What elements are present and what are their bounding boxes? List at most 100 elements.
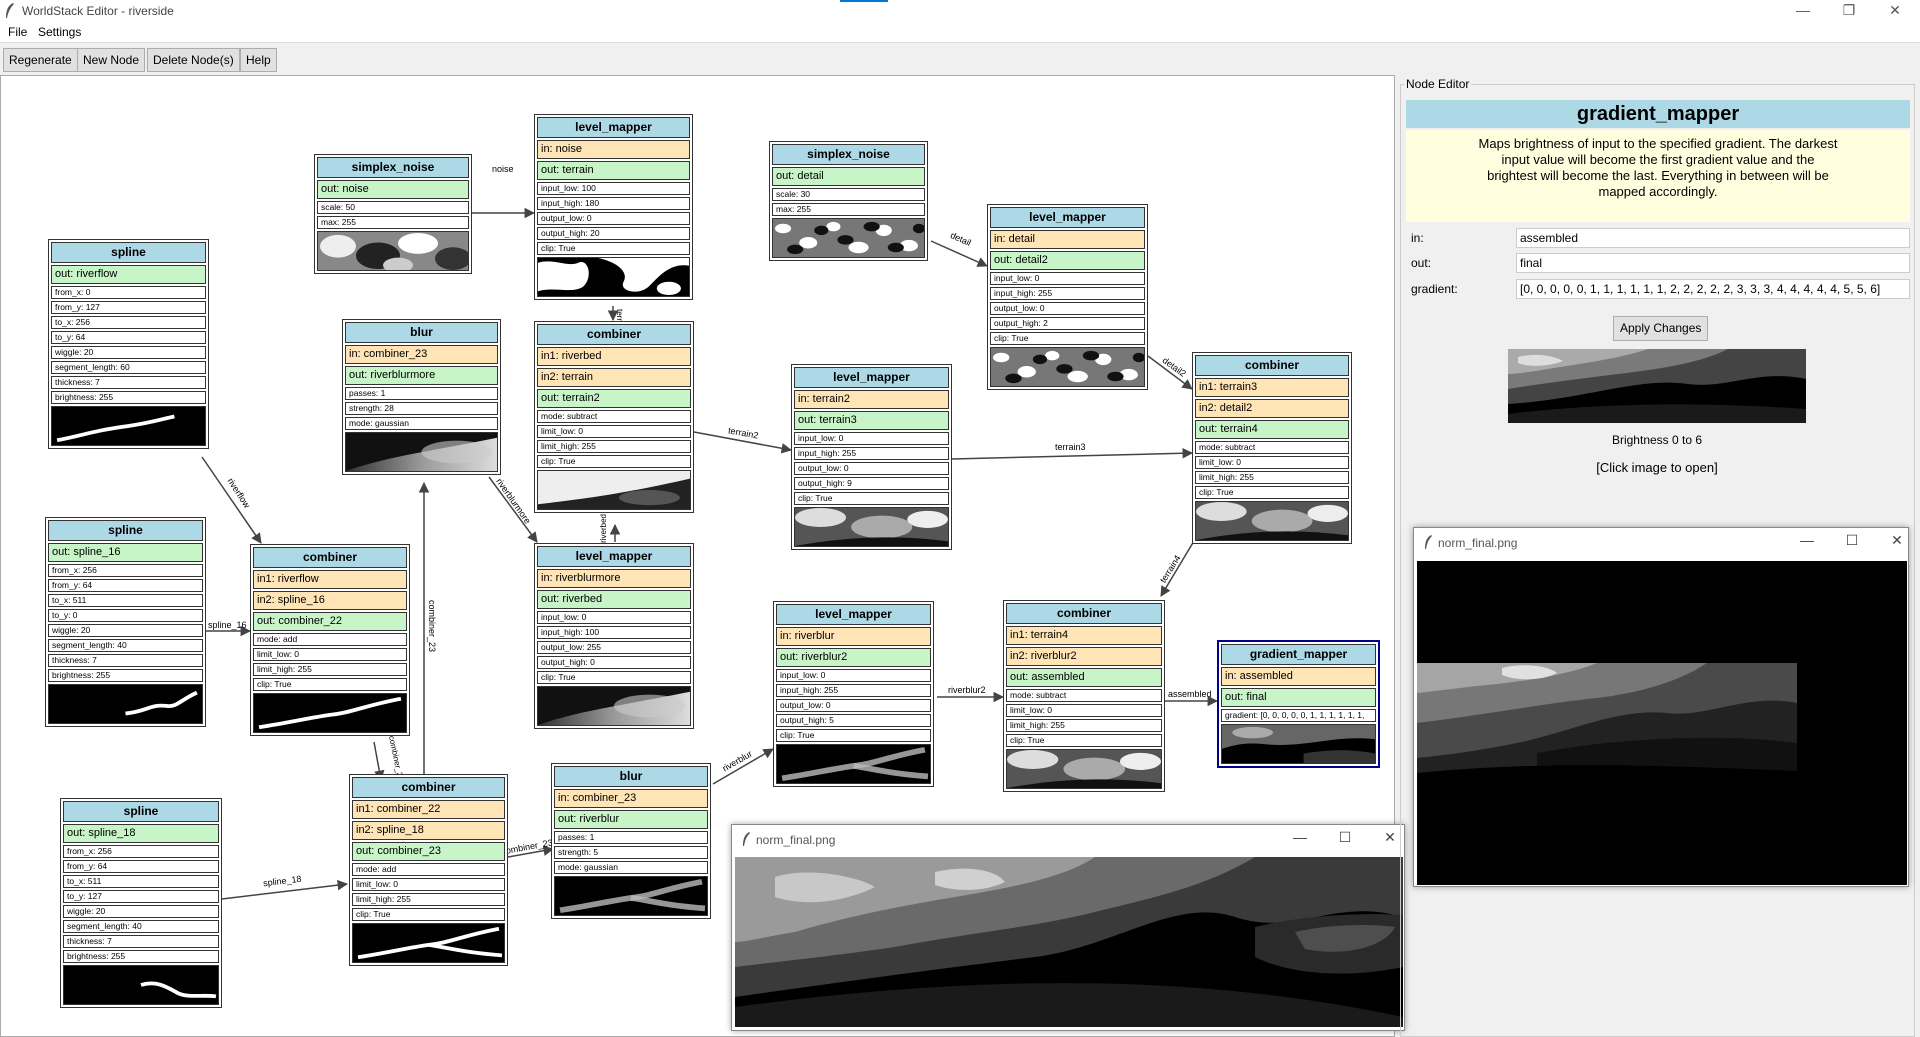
node-param[interactable]: from_x: 256 bbox=[63, 845, 219, 858]
node-param[interactable]: mode: gaussian bbox=[554, 861, 708, 874]
maximize-icon[interactable]: ☐ bbox=[1837, 532, 1867, 549]
node-title[interactable]: spline bbox=[48, 520, 203, 541]
node-title[interactable]: combiner bbox=[352, 777, 505, 798]
node-title[interactable]: combiner bbox=[1006, 603, 1162, 624]
node-param[interactable]: input_low: 0 bbox=[776, 669, 931, 682]
node-preview-thumbnail[interactable] bbox=[345, 432, 498, 472]
node-level-mapper[interactable]: level_mapper in: detail out: detail2 input_… bbox=[987, 204, 1148, 390]
node-blur[interactable]: blur in: combiner_23 out: riverblur passes:… bbox=[551, 763, 711, 919]
close-icon[interactable]: ✕ bbox=[1872, 0, 1918, 22]
input-port[interactable]: in2: spline_18 bbox=[352, 821, 505, 840]
node-param[interactable]: segment_length: 60 bbox=[51, 361, 206, 374]
output-port[interactable]: out: final bbox=[1221, 688, 1376, 707]
node-param[interactable]: mode: subtract bbox=[1006, 689, 1162, 702]
node-param[interactable]: from_x: 0 bbox=[51, 286, 206, 299]
node-level-mapper[interactable]: level_mapper in: riverblurmore out: riverb… bbox=[534, 543, 694, 729]
node-param[interactable]: input_high: 255 bbox=[776, 684, 931, 697]
input-port[interactable]: in1: combiner_22 bbox=[352, 800, 505, 819]
node-title[interactable]: blur bbox=[554, 766, 708, 787]
node-param[interactable]: input_low: 0 bbox=[990, 272, 1145, 285]
menu-settings[interactable]: Settings bbox=[38, 25, 81, 39]
node-param[interactable]: wiggle: 20 bbox=[63, 905, 219, 918]
output-port[interactable]: out: riverblurmore bbox=[345, 366, 498, 385]
node-param[interactable]: output_high: 20 bbox=[537, 227, 690, 240]
output-port[interactable]: out: terrain2 bbox=[537, 389, 691, 408]
node-param[interactable]: clip: True bbox=[537, 455, 691, 468]
node-param[interactable]: output_low: 0 bbox=[794, 462, 949, 475]
node-level-mapper[interactable]: level_mapper in: noise out: terrain input_l… bbox=[534, 114, 693, 300]
node-param[interactable]: input_high: 255 bbox=[990, 287, 1145, 300]
regenerate-button[interactable]: Regenerate bbox=[3, 48, 78, 72]
node-param[interactable]: to_x: 511 bbox=[48, 594, 203, 607]
node-param[interactable]: limit_low: 0 bbox=[1195, 456, 1349, 469]
node-preview-thumbnail[interactable] bbox=[554, 876, 708, 916]
menu-file[interactable]: File bbox=[8, 25, 27, 39]
node-title[interactable]: blur bbox=[345, 322, 498, 343]
help-button[interactable]: Help bbox=[240, 48, 277, 72]
node-title[interactable]: combiner bbox=[1195, 355, 1349, 376]
node-param[interactable]: to_y: 64 bbox=[51, 331, 206, 344]
node-param[interactable]: clip: True bbox=[352, 908, 505, 921]
new-node-button[interactable]: New Node bbox=[77, 48, 146, 72]
apply-changes-button[interactable]: Apply Changes bbox=[1613, 316, 1709, 341]
node-title[interactable]: level_mapper bbox=[537, 117, 690, 138]
node-title[interactable]: combiner bbox=[537, 324, 691, 345]
editor-in-field[interactable]: assembled bbox=[1516, 228, 1910, 248]
output-port[interactable]: out: detail2 bbox=[990, 251, 1145, 270]
input-port[interactable]: in2: riverblur2 bbox=[1006, 647, 1162, 666]
node-preview-thumbnail[interactable] bbox=[317, 231, 469, 271]
output-port[interactable]: out: terrain3 bbox=[794, 411, 949, 430]
node-combiner[interactable]: combiner in1: riverbed in2: terrain out: te… bbox=[534, 321, 694, 513]
node-param[interactable]: mode: add bbox=[352, 863, 505, 876]
input-port[interactable]: in2: terrain bbox=[537, 368, 691, 387]
input-port[interactable]: in2: spline_16 bbox=[253, 591, 407, 610]
node-param[interactable]: output_high: 5 bbox=[776, 714, 931, 727]
output-port[interactable]: out: riverbed bbox=[537, 590, 691, 609]
node-combiner[interactable]: combiner in1: riverflow in2: spline_16 out:… bbox=[250, 544, 410, 736]
node-param[interactable]: thickness: 7 bbox=[48, 654, 203, 667]
editor-out-field[interactable]: final bbox=[1516, 253, 1910, 273]
node-param[interactable]: limit_high: 255 bbox=[1006, 719, 1162, 732]
node-param[interactable]: brightness: 255 bbox=[48, 669, 203, 682]
node-title[interactable]: gradient_mapper bbox=[1221, 644, 1376, 665]
input-port[interactable]: in: detail bbox=[990, 230, 1145, 249]
output-port[interactable]: out: riverblur2 bbox=[776, 648, 931, 667]
node-param[interactable]: strength: 5 bbox=[554, 846, 708, 859]
node-preview-thumbnail[interactable] bbox=[990, 347, 1145, 387]
node-spline[interactable]: spline out: spline_16 from_x: 256 from_y: 6… bbox=[45, 517, 206, 727]
minimize-icon[interactable]: — bbox=[1780, 0, 1826, 22]
node-title[interactable]: level_mapper bbox=[990, 207, 1145, 228]
output-port[interactable]: out: spline_18 bbox=[63, 824, 219, 843]
node-param[interactable]: output_low: 255 bbox=[537, 641, 691, 654]
node-combiner[interactable]: combiner in1: combiner_22 in2: spline_18 ou… bbox=[349, 774, 508, 966]
node-preview-thumbnail[interactable] bbox=[51, 406, 206, 446]
output-port[interactable]: out: combiner_22 bbox=[253, 612, 407, 631]
delete-nodes-button[interactable]: Delete Node(s) bbox=[147, 48, 240, 72]
node-param[interactable]: from_y: 127 bbox=[51, 301, 206, 314]
node-param[interactable]: input_high: 100 bbox=[537, 626, 691, 639]
input-port[interactable]: in: riverblurmore bbox=[537, 569, 691, 588]
node-title[interactable]: level_mapper bbox=[794, 367, 949, 388]
node-param[interactable]: input_low: 0 bbox=[537, 611, 691, 624]
node-blur[interactable]: blur in: combiner_23 out: riverblurmore pas… bbox=[342, 319, 501, 475]
node-preview-thumbnail[interactable] bbox=[537, 257, 690, 297]
node-preview-thumbnail[interactable] bbox=[1221, 724, 1376, 764]
node-param[interactable]: input_low: 100 bbox=[537, 182, 690, 195]
node-param[interactable]: mode: subtract bbox=[1195, 441, 1349, 454]
node-param[interactable]: to_y: 0 bbox=[48, 609, 203, 622]
node-param[interactable]: wiggle: 20 bbox=[51, 346, 206, 359]
node-param[interactable]: brightness: 255 bbox=[51, 391, 206, 404]
input-port[interactable]: in1: riverflow bbox=[253, 570, 407, 589]
node-param[interactable]: max: 255 bbox=[317, 216, 469, 229]
node-simplex-noise[interactable]: simplex_noise out: noise scale: 50 max: 255 bbox=[314, 154, 472, 274]
output-port[interactable]: out: terrain4 bbox=[1195, 420, 1349, 439]
node-param[interactable]: gradient: [0, 0, 0, 0, 0, 1, 1, 1, 1, 1,… bbox=[1221, 709, 1376, 722]
node-param[interactable]: from_y: 64 bbox=[63, 860, 219, 873]
node-title[interactable]: level_mapper bbox=[537, 546, 691, 567]
node-param[interactable]: clip: True bbox=[776, 729, 931, 742]
input-port[interactable]: in: combiner_23 bbox=[554, 789, 708, 808]
output-port[interactable]: out: terrain bbox=[537, 161, 690, 180]
node-title[interactable]: spline bbox=[51, 242, 206, 263]
output-port[interactable]: out: noise bbox=[317, 180, 469, 199]
output-port[interactable]: out: detail bbox=[772, 167, 925, 186]
